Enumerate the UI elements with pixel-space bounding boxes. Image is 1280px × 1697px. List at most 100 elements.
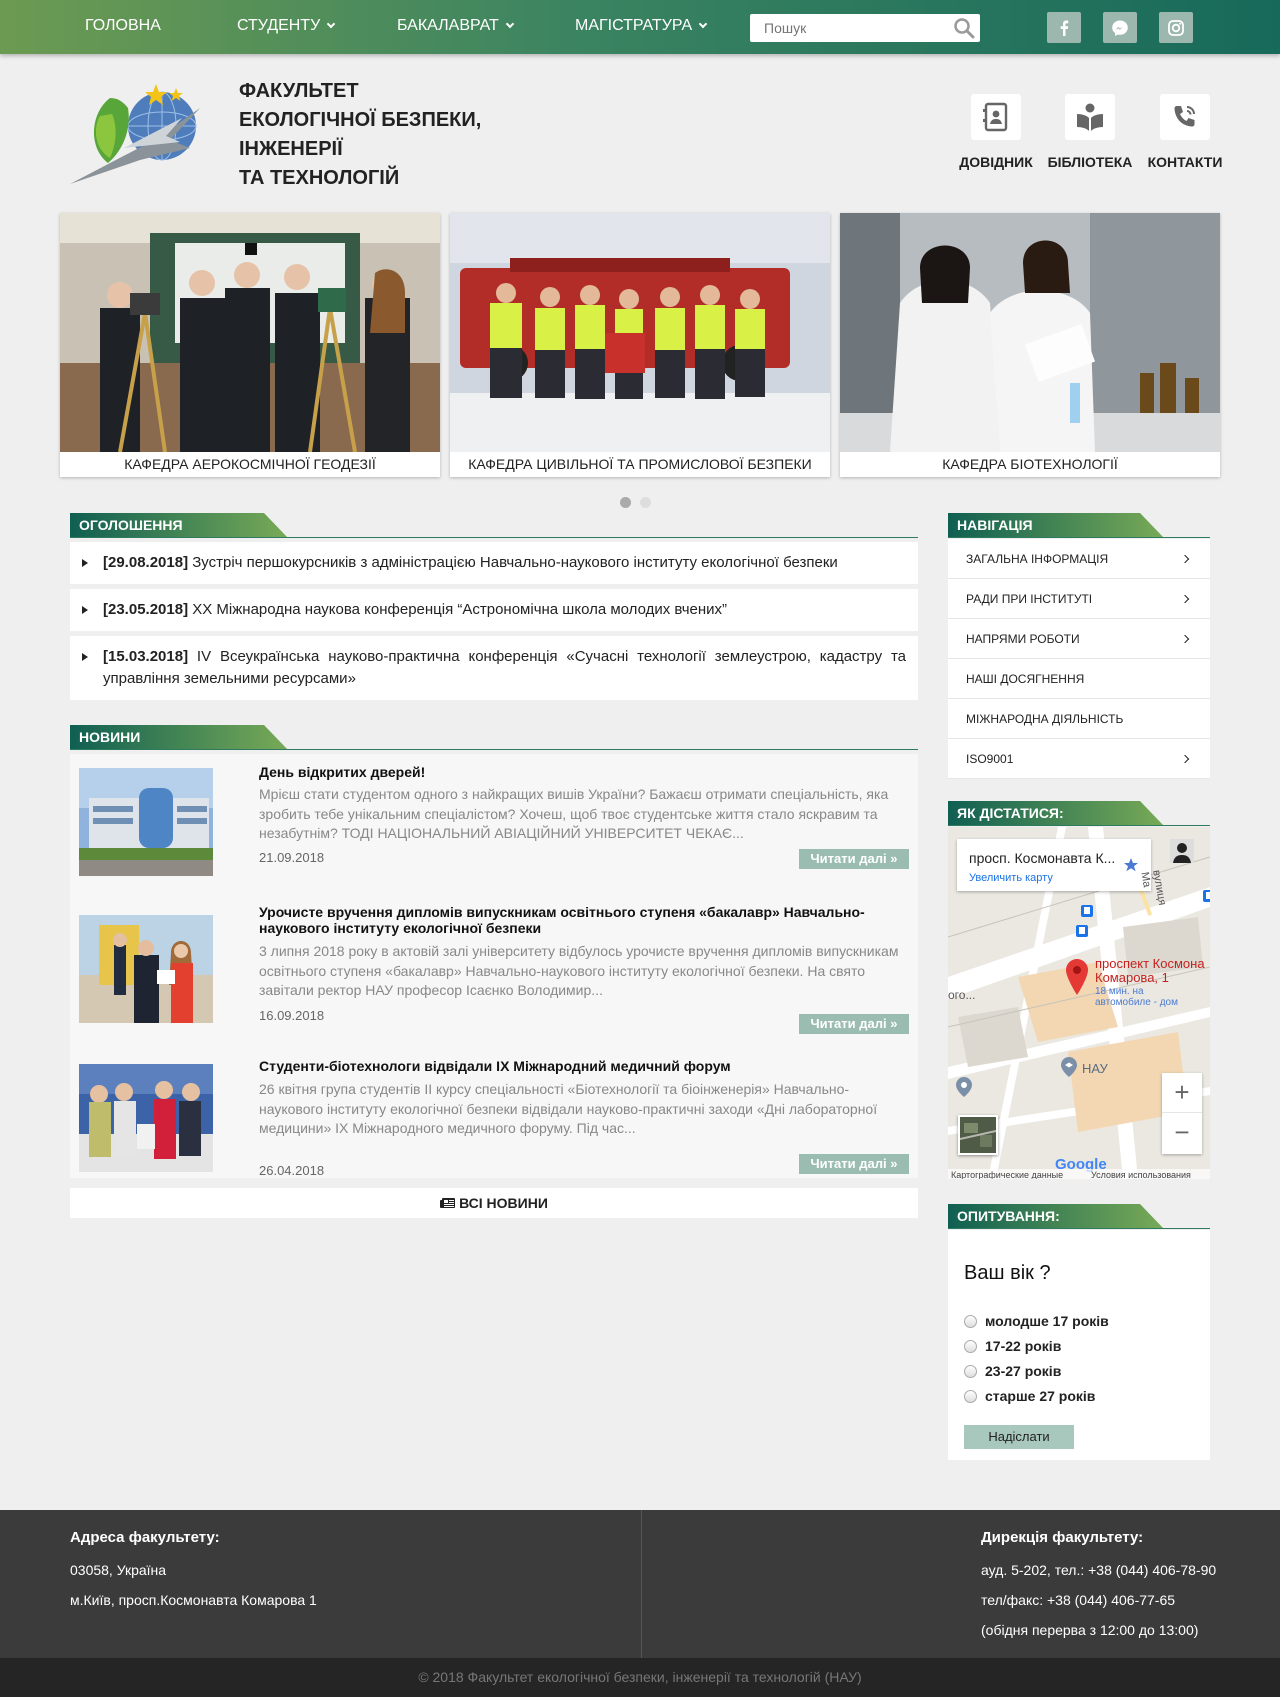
announcement-date: [23.05.2018] xyxy=(103,601,189,618)
announcement-item[interactable]: [23.05.2018] XX Міжнародна наукова конфе… xyxy=(70,589,918,631)
zoom-out-button[interactable]: − xyxy=(1162,1113,1202,1153)
bullet-icon xyxy=(82,606,88,614)
sidebar-item-label: Напрями роботи xyxy=(966,632,1080,646)
news-title-link[interactable]: Студенти-біотехнологи відвідали ІХ Міжна… xyxy=(259,1058,908,1074)
announcement-text: IV Всеукраїнська науково-практична конфе… xyxy=(103,648,906,687)
place-pin-icon[interactable] xyxy=(956,1077,972,1097)
slider-dot[interactable] xyxy=(640,497,651,508)
slide-caption: Кафедра цивільної та промислової безпеки xyxy=(468,456,812,472)
sidebar-item-councils[interactable]: Ради при інституті xyxy=(948,579,1210,619)
sidebar-item-achievements[interactable]: Наші досягнення xyxy=(948,659,1210,699)
facebook-link[interactable] xyxy=(1047,12,1081,43)
sidebar-nav: Загальна інформація Ради при інституті Н… xyxy=(948,539,1210,779)
poll-option-label: молодше 17 років xyxy=(985,1313,1109,1329)
quick-link-label: Контакти xyxy=(1147,154,1223,170)
radio-button[interactable] xyxy=(964,1364,977,1378)
bullet-icon xyxy=(82,559,88,567)
slide-photo xyxy=(450,213,830,452)
news-heading: Новини xyxy=(70,725,288,750)
nav-bachelor[interactable]: Бакалаврат xyxy=(397,17,515,35)
read-more-button[interactable]: Читати далі » xyxy=(799,1154,909,1174)
geodesy-photo xyxy=(60,213,440,452)
news-thumbnail[interactable] xyxy=(79,768,213,876)
quick-link-library[interactable]: Бібліотека xyxy=(1045,94,1135,170)
all-news-button[interactable]: Всі новини xyxy=(70,1188,918,1218)
slide-biotech[interactable]: Кафедра біотехнології xyxy=(840,213,1220,477)
radio-button[interactable] xyxy=(964,1339,977,1353)
poll-option-label: старше 27 років xyxy=(985,1388,1096,1404)
slide-geodesy[interactable]: Кафедра аерокосмічної геодезії xyxy=(60,213,440,477)
chevron-right-icon xyxy=(1180,634,1190,644)
search-icon[interactable] xyxy=(952,16,976,40)
poll-option[interactable]: 17-22 років xyxy=(964,1338,1061,1354)
sidebar-item-iso9001[interactable]: ISO9001 xyxy=(948,739,1210,779)
slide-civil-safety[interactable]: Кафедра цивільної та промислової безпеки xyxy=(450,213,830,477)
poll-title: Опитування: xyxy=(957,1208,1060,1224)
news-title: Новини xyxy=(79,729,141,745)
messenger-icon xyxy=(1112,20,1128,36)
radio-button[interactable] xyxy=(964,1314,977,1328)
radio-button[interactable] xyxy=(964,1389,977,1403)
sidebar-item-label: Наші досягнення xyxy=(966,672,1085,686)
book-reader-icon xyxy=(1077,103,1103,131)
instagram-link[interactable] xyxy=(1159,12,1193,43)
map-data-link[interactable]: Картографические данные xyxy=(951,1170,1063,1179)
map-heading: Як дістатися: xyxy=(948,801,1164,826)
zoom-in-button[interactable]: + xyxy=(1162,1073,1202,1113)
location-pin-icon[interactable] xyxy=(1066,959,1088,995)
read-more-button[interactable]: Читати далі » xyxy=(799,849,909,869)
messenger-link[interactable] xyxy=(1103,12,1137,43)
user-avatar-icon xyxy=(1170,839,1194,863)
university-building-photo xyxy=(79,768,213,876)
announcement-item[interactable]: [15.03.2018] IV Всеукраїнська науково-пр… xyxy=(70,636,918,700)
divider xyxy=(70,537,918,538)
poll-option[interactable]: молодше 17 років xyxy=(964,1313,1109,1329)
chevron-right-icon xyxy=(1180,554,1190,564)
sidebar-item-international[interactable]: Міжнародна діяльність xyxy=(948,699,1210,739)
faculty-logo[interactable] xyxy=(70,78,218,186)
news-thumbnail[interactable] xyxy=(79,1064,213,1172)
poll-option[interactable]: 23-27 років xyxy=(964,1363,1061,1379)
brand-line: інженерії xyxy=(239,138,343,160)
brand-line: Факультет xyxy=(239,80,359,102)
announcement-date: [15.03.2018] xyxy=(103,648,189,665)
footer-direction-line: (обідня перерва з 12:00 до 13:00) xyxy=(981,1622,1199,1638)
footer-address-title: Адреса факультету: xyxy=(70,1529,220,1546)
read-more-label: Читати далі » xyxy=(810,1016,898,1031)
university-pin-icon[interactable] xyxy=(1061,1057,1077,1077)
sidebar-item-general-info[interactable]: Загальна інформація xyxy=(948,539,1210,579)
satellite-toggle[interactable] xyxy=(958,1115,998,1155)
nav-home[interactable]: Головна xyxy=(85,17,161,35)
footer-address-line: 03058, Україна xyxy=(70,1562,167,1578)
news-item: Студенти-біотехнологи відвідали ІХ Міжна… xyxy=(70,1048,918,1178)
map-place-name: просп. Космонавта К... xyxy=(969,850,1116,866)
nav-master[interactable]: Магістратура xyxy=(575,17,708,35)
poll-submit-button[interactable]: Надіслати xyxy=(964,1425,1074,1449)
news-excerpt: 3 липня 2018 року в актовій залі універс… xyxy=(259,943,899,998)
faculty-name[interactable]: Факультет екологічної безпеки, інженерії… xyxy=(239,77,481,193)
enlarge-map-link[interactable]: Увеличить карту xyxy=(969,872,1053,884)
poll-option[interactable]: старше 27 років xyxy=(964,1388,1095,1404)
sidebar-item-directions[interactable]: Напрями роботи xyxy=(948,619,1210,659)
quick-link-contacts[interactable]: Контакти xyxy=(1143,94,1227,170)
news-title-link[interactable]: Урочисте вручення дипломів випускникам о… xyxy=(259,904,908,936)
search-input[interactable] xyxy=(750,14,940,42)
zoom-control: + − xyxy=(1162,1073,1202,1154)
star-icon[interactable] xyxy=(1123,857,1139,873)
nav-student[interactable]: Студенту xyxy=(237,17,336,35)
civil-safety-photo xyxy=(450,213,830,452)
news-title-link[interactable]: День відкритих дверей! xyxy=(259,764,908,780)
read-more-label: Читати далі » xyxy=(810,1156,898,1171)
news-thumbnail[interactable] xyxy=(79,915,213,1023)
announcement-item[interactable]: [29.08.2018] Зустріч першокурсників з ад… xyxy=(70,542,918,584)
google-map[interactable]: просп. Космонавта К... Увеличить карту в… xyxy=(948,827,1210,1179)
quick-link-label: Бібліотека xyxy=(1047,154,1133,170)
map-terms-link[interactable]: Условия использования xyxy=(1091,1170,1191,1179)
announcement-date: [29.08.2018] xyxy=(103,554,189,571)
read-more-button[interactable]: Читати далі » xyxy=(799,1014,909,1034)
news-item: Урочисте вручення дипломів випускникам о… xyxy=(70,894,918,1048)
quick-link-directory[interactable]: Довідник xyxy=(955,94,1037,170)
copyright: © 2018 Факультет екологічної безпеки, ін… xyxy=(0,1658,1280,1697)
nav-master-label: Магістратура xyxy=(575,17,693,34)
slider-dot-active[interactable] xyxy=(620,497,631,508)
